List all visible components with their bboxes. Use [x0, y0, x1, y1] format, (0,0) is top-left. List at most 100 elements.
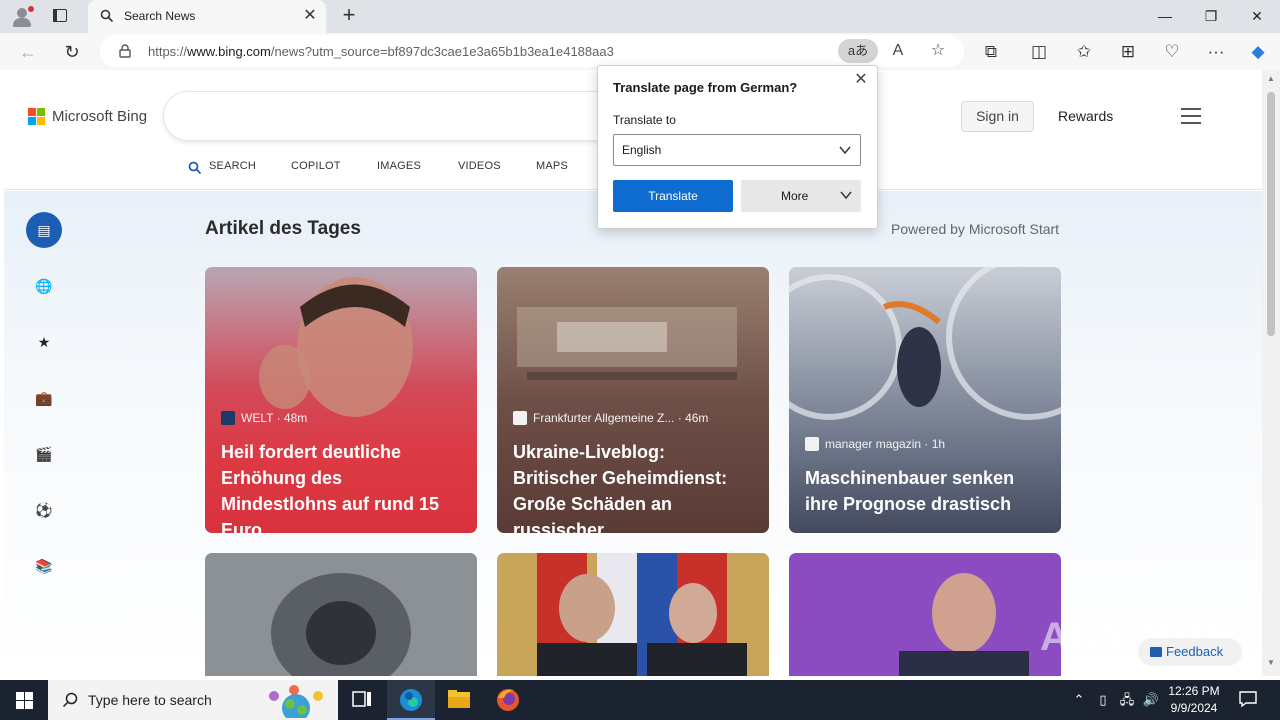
news-card[interactable]: [789, 553, 1061, 676]
rail-business-button[interactable]: 💼: [26, 380, 62, 416]
close-window-button[interactable]: ✕: [1242, 4, 1272, 28]
new-tab-button[interactable]: +: [338, 4, 360, 27]
battery-icon[interactable]: ▯: [1094, 691, 1112, 709]
news-card-image: [205, 553, 477, 676]
rail-favorites-button[interactable]: ★: [26, 324, 62, 360]
minimize-button[interactable]: —: [1150, 4, 1180, 28]
card-headline[interactable]: Maschinenbauer senken ihre Prognose dras…: [805, 465, 1045, 517]
nav-videos[interactable]: VIDEOS: [458, 160, 501, 172]
card-source: manager magazin · 1h: [805, 437, 945, 451]
source-age: 46m: [685, 411, 709, 425]
card-headline[interactable]: Ukraine-Liveblog: Britischer Geheimdiens…: [513, 439, 753, 533]
clock-time: 12:26 PM: [1168, 684, 1220, 698]
card-source: WELT · 48m: [221, 411, 307, 425]
restore-button[interactable]: ❐: [1196, 4, 1226, 28]
briefcase-icon: 💼: [35, 390, 53, 406]
translate-indicator-icon[interactable]: aあ: [838, 39, 878, 63]
favorites-icon[interactable]: ✩: [1072, 40, 1096, 64]
news-card[interactable]: [497, 553, 769, 676]
sign-in-button[interactable]: Sign in: [961, 101, 1034, 132]
rail-news-button[interactable]: ▤: [26, 212, 62, 248]
edge-taskbar-icon[interactable]: [387, 680, 435, 720]
close-icon[interactable]: ✕: [853, 72, 869, 88]
volume-icon[interactable]: 🔊: [1142, 691, 1160, 709]
tab-title: Search News: [124, 9, 196, 23]
bing-logo-text: Microsoft Bing: [52, 108, 148, 125]
microsoft-logo-icon: [28, 108, 46, 126]
scroll-down-icon[interactable]: ▼: [1266, 658, 1276, 668]
source-age: 1h: [931, 437, 946, 451]
performance-icon[interactable]: ♡: [1160, 40, 1184, 64]
rail-sports-button[interactable]: ⚽: [26, 492, 62, 528]
page-scrollbar[interactable]: ▲ ▼: [1262, 70, 1280, 676]
rewards-link[interactable]: Rewards: [1058, 108, 1113, 124]
star-icon: ★: [37, 334, 51, 350]
nav-maps[interactable]: MAPS: [536, 160, 568, 172]
refresh-button[interactable]: ↻: [59, 39, 85, 65]
nav-images[interactable]: IMAGES: [377, 160, 421, 172]
sports-icon: ⚽: [35, 502, 53, 518]
translate-to-label: Translate to: [613, 113, 676, 127]
feedback-button[interactable]: Feedback: [1138, 638, 1242, 666]
source-separator: ·: [674, 411, 686, 425]
source-name: WELT: [241, 411, 274, 425]
firefox-icon[interactable]: [484, 680, 532, 720]
chevron-down-icon: [840, 191, 852, 200]
split-screen-icon[interactable]: ◫: [1027, 40, 1051, 64]
news-card[interactable]: WELT · 48m Heil fordert deutliche Erhöhu…: [205, 267, 477, 533]
feedback-icon: [1150, 647, 1162, 657]
scroll-up-icon[interactable]: ▲: [1266, 74, 1276, 84]
search-icon: [188, 161, 202, 175]
copilot-icon[interactable]: ◆: [1246, 40, 1270, 64]
news-card[interactable]: Frankfurter Allgemeine Z... · 46m Ukrain…: [497, 267, 769, 533]
windows-start-icon[interactable]: [0, 680, 48, 720]
scroll-thumb[interactable]: [1267, 92, 1275, 336]
search-input[interactable]: [164, 92, 664, 140]
card-headline[interactable]: Heil fordert deutliche Erhöhung des Mind…: [221, 439, 461, 533]
rail-world-button[interactable]: 🌐: [26, 268, 62, 304]
close-tab-icon[interactable]: ✕: [302, 8, 318, 24]
url-text: https://www.bing.com/news?utm_source=bf8…: [148, 44, 614, 59]
file-explorer-icon[interactable]: [435, 680, 483, 720]
taskbar-search-box[interactable]: Type here to search: [48, 680, 338, 720]
search-highlight-art-icon: [269, 685, 323, 718]
extensions-icon[interactable]: ⧉: [979, 40, 1003, 64]
search-icon: [62, 692, 78, 708]
taskbar-clock[interactable]: 12:26 PM 9/9/2024: [1162, 683, 1226, 717]
network-icon[interactable]: 🖧: [1118, 691, 1136, 709]
notification-icon[interactable]: [1238, 690, 1258, 708]
language-select-value: English: [622, 143, 662, 157]
translate-popup-title: Translate page from German?: [613, 80, 798, 95]
browser-tab-search-news[interactable]: Search News ✕: [88, 0, 326, 33]
language-select[interactable]: English: [613, 134, 861, 166]
url-prefix: https://: [148, 44, 188, 59]
rail-library-button[interactable]: 📚: [26, 548, 62, 584]
book-icon: 📚: [35, 558, 53, 574]
news-card[interactable]: [205, 553, 477, 676]
add-favorite-icon[interactable]: ☆: [928, 41, 948, 61]
lock-icon[interactable]: [118, 44, 132, 58]
task-view-icon[interactable]: [338, 680, 386, 720]
url-field[interactable]: https://www.bing.com/news?utm_source=bf8…: [100, 35, 964, 67]
tray-expand-icon[interactable]: ⌃: [1070, 691, 1088, 709]
translate-button[interactable]: Translate: [613, 180, 733, 212]
taskbar-search-placeholder: Type here to search: [88, 692, 212, 708]
source-age: 48m: [283, 411, 308, 425]
nav-search[interactable]: SEARCH: [209, 160, 256, 172]
source-name: Frankfurter Allgemeine Z...: [533, 411, 675, 425]
back-button[interactable]: ←: [15, 39, 41, 65]
nav-copilot[interactable]: COPILOT: [291, 160, 341, 172]
faz-logo-icon: [513, 411, 527, 425]
collections-icon[interactable]: ⊞: [1116, 40, 1140, 64]
welt-logo-icon: [221, 411, 235, 425]
section-title: Artikel des Tages: [205, 218, 361, 239]
more-menu-icon[interactable]: ···: [1204, 40, 1228, 64]
profile-avatar-icon[interactable]: [10, 5, 34, 27]
read-aloud-icon[interactable]: A: [888, 41, 908, 61]
tab-actions-icon[interactable]: [48, 6, 72, 26]
rail-entertainment-button[interactable]: 🎬: [26, 436, 62, 472]
news-card[interactable]: manager magazin · 1h Maschinenbauer senk…: [789, 267, 1061, 533]
source-name: manager magazin: [825, 437, 922, 451]
more-options-button[interactable]: More: [741, 180, 861, 212]
hamburger-menu-icon[interactable]: [1181, 108, 1201, 124]
